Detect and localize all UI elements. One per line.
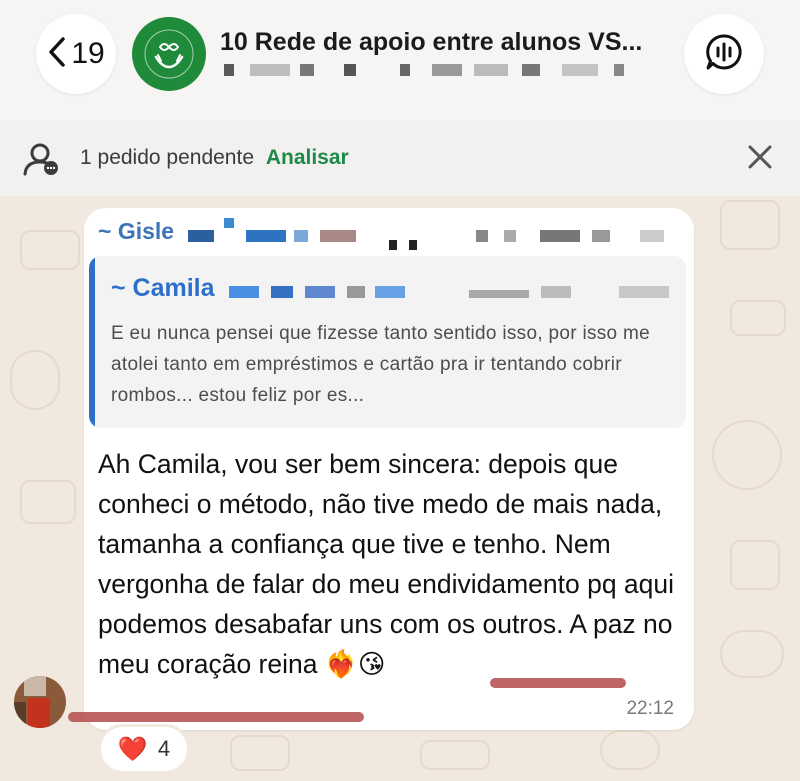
people-pending-icon: [22, 142, 60, 181]
heart-icon: ❤️: [117, 735, 148, 763]
quoted-message[interactable]: ~ Camila E eu nunca pensei que fizesse t…: [89, 256, 686, 428]
chevron-left-icon: [47, 36, 71, 73]
highlight-underline: [490, 678, 626, 688]
close-icon[interactable]: [745, 142, 775, 172]
unread-count: 19: [71, 37, 105, 70]
message-bubble[interactable]: ~ Gisle ~ Camila E eu nunca pensei que f…: [84, 208, 694, 730]
back-button[interactable]: 19: [36, 14, 116, 94]
quote-accent-bar: [89, 256, 95, 428]
message-time: 22:12: [626, 698, 674, 719]
group-members-redacted: [222, 64, 652, 78]
pending-text: 1 pedido pendente Analisar: [80, 146, 349, 170]
group-avatar[interactable]: [132, 17, 206, 91]
pending-label: 1 pedido pendente: [80, 146, 254, 169]
reaction-badge[interactable]: ❤️ 4: [98, 724, 190, 774]
chat-header: 19 10 Rede de apoio entre alunos VS...: [0, 0, 800, 120]
voice-chat-button[interactable]: [684, 14, 764, 94]
message-body-text: Ah Camila, vou ser bem sincera: depois q…: [98, 449, 675, 679]
voice-chat-icon: [704, 32, 744, 77]
group-logo-icon: [134, 19, 204, 89]
highlight-underline: [68, 712, 364, 722]
reaction-count: 4: [157, 736, 171, 761]
group-title[interactable]: 10 Rede de apoio entre alunos VS...: [220, 28, 660, 57]
quote-author: ~ Camila: [111, 274, 215, 302]
analyze-link[interactable]: Analisar: [266, 146, 349, 169]
message-emojis: ❤️‍🔥😘: [324, 649, 386, 679]
quote-text: E eu nunca pensei que fizesse tanto sent…: [111, 323, 650, 406]
pending-request-bar: 1 pedido pendente Analisar: [0, 120, 800, 196]
message-body: Ah Camila, vou ser bem sincera: depois q…: [98, 444, 678, 684]
avatar[interactable]: [14, 676, 66, 728]
sender-name[interactable]: ~ Gisle: [98, 218, 174, 245]
